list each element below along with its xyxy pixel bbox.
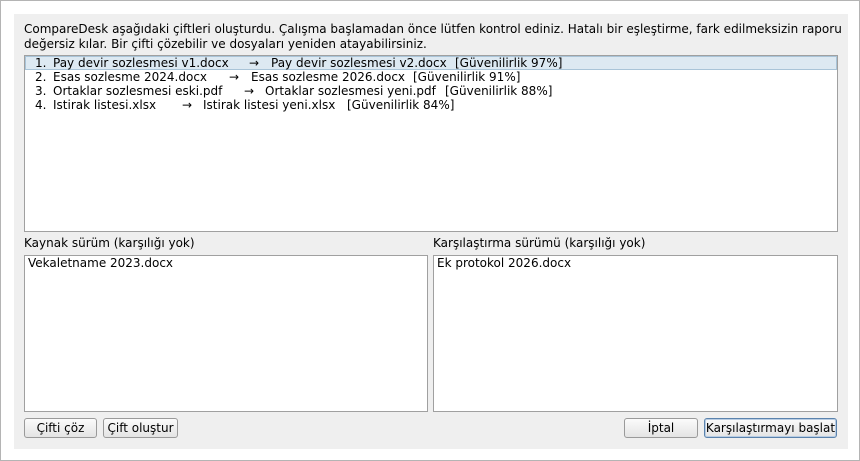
pair-source: Esas sozlesme 2024.docx: [53, 70, 208, 84]
pair-target: Ortaklar sozlesmesi yeni.pdf: [265, 84, 436, 98]
pair-confidence: [Güvenilirlik 88%]: [445, 84, 553, 98]
pair-source: Istirak listesi.xlsx: [53, 98, 157, 112]
pair-number: 3.: [35, 84, 47, 98]
source-unmatched-list[interactable]: Vekaletname 2023.docx: [24, 255, 428, 412]
pair-number: 1.: [35, 56, 47, 70]
pair-target: Istirak listesi yeni.xlsx: [203, 98, 336, 112]
dialog-panel: CompareDesk aşağıdaki çiftleri oluşturdu…: [14, 14, 848, 449]
arrow-icon: →: [248, 56, 260, 70]
pair-confidence: [Güvenilirlik 91%]: [413, 70, 521, 84]
start-comparison-button[interactable]: Karşılaştırmayı başlat: [704, 418, 837, 438]
unpair-button[interactable]: Çifti çöz: [24, 418, 97, 438]
compare-unmatched-list[interactable]: Ek protokol 2026.docx: [433, 255, 838, 412]
pair-source: Ortaklar sozlesmesi eski.pdf: [53, 84, 223, 98]
pairing-dialog: CompareDesk aşağıdaki çiftleri oluşturdu…: [0, 0, 860, 461]
arrow-icon: →: [243, 84, 255, 98]
cancel-button[interactable]: İptal: [624, 418, 698, 438]
pair-row[interactable]: 4. Istirak listesi.xlsx → Istirak listes…: [25, 98, 837, 112]
create-pair-button[interactable]: Çift oluştur: [103, 418, 178, 438]
arrow-icon: →: [181, 98, 193, 112]
pair-confidence: [Güvenilirlik 97%]: [455, 56, 563, 70]
source-pane-label: Kaynak sürüm (karşılığı yok): [24, 236, 195, 250]
arrow-icon: →: [228, 70, 240, 84]
pair-source: Pay devir sozlesmesi v1.docx: [53, 56, 229, 70]
pair-number: 2.: [35, 70, 47, 84]
compare-pane-label: Karşılaştırma sürümü (karşılığı yok): [433, 236, 646, 250]
pairs-list[interactable]: 1. Pay devir sozlesmesi v1.docx → Pay de…: [24, 55, 838, 232]
pair-confidence: [Güvenilirlik 84%]: [347, 98, 455, 112]
pair-target: Pay devir sozlesmesi v2.docx: [271, 56, 447, 70]
list-item[interactable]: Vekaletname 2023.docx: [25, 256, 427, 271]
pair-number: 4.: [35, 98, 47, 112]
instruction-message: CompareDesk aşağıdaki çiftleri oluşturdu…: [24, 22, 842, 51]
pair-row[interactable]: 1. Pay devir sozlesmesi v1.docx → Pay de…: [25, 56, 837, 70]
pair-row[interactable]: 3. Ortaklar sozlesmesi eski.pdf → Ortakl…: [25, 84, 837, 98]
list-item[interactable]: Ek protokol 2026.docx: [434, 256, 837, 271]
pair-target: Esas sozlesme 2026.docx: [251, 70, 406, 84]
pair-row[interactable]: 2. Esas sozlesme 2024.docx → Esas sozles…: [25, 70, 837, 84]
